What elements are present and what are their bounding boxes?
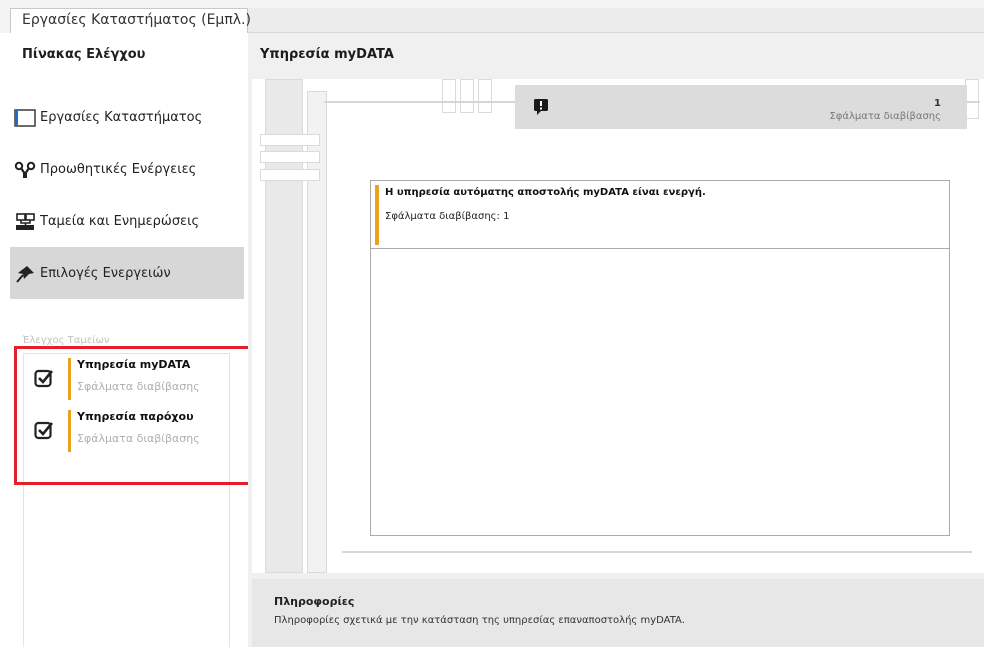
error-label: Σφάλματα διαβίβασης — [829, 111, 941, 122]
decor-bar — [260, 134, 320, 146]
page-title: Υπηρεσία myDATA — [260, 47, 394, 62]
diagram-canvas: 1 Σφάλματα διαβίβασης Η υπηρεσία αυτόματ… — [252, 79, 984, 573]
decor-bar — [965, 79, 979, 119]
message-detail: Σφάλματα διαβίβασης: 1 — [385, 211, 510, 222]
main-panel: Υπηρεσία myDATA 1 Σφάλματα διαβίβασης Η … — [248, 33, 984, 647]
group-label: Έλεγχος Ταμείων — [22, 335, 110, 346]
decor-bar — [478, 79, 492, 113]
sidebar-item-label: Επιλογές Ενεργειών — [40, 266, 171, 281]
sidebar-item-promotions[interactable]: Προωθητικές Ενέργειες — [10, 143, 244, 195]
network-icon — [16, 213, 35, 230]
sidebar: Πίνακας Ελέγχου Εργασίες Καταστήματος Πρ… — [10, 33, 244, 647]
message-title: Η υπηρεσία αυτόματης αποστολής myDATA εί… — [385, 187, 706, 198]
promotion-icon — [14, 161, 36, 178]
pin-icon — [16, 266, 34, 283]
info-text: Πληροφορίες σχετικά με την κατάσταση της… — [274, 615, 685, 626]
error-count: 1 — [934, 98, 941, 109]
sidebar-item-label: Προωθητικές Ενέργειες — [40, 162, 197, 177]
info-panel: Πληροφορίες Πληροφορίες σχετικά με την κ… — [252, 579, 984, 647]
alert-icon — [534, 99, 548, 115]
status-message: Η υπηρεσία αυτόματης αποστολής myDATA εί… — [371, 181, 949, 249]
decor-column — [307, 91, 327, 573]
sidebar-item-action-options[interactable]: Επιλογές Ενεργειών — [10, 247, 244, 299]
tab-strip-background — [248, 8, 984, 33]
sidebar-item-label: Ταμεία και Ενημερώσεις — [40, 214, 200, 229]
message-panel: Η υπηρεσία αυτόματης αποστολής myDATA εί… — [370, 180, 950, 536]
error-summary[interactable]: 1 Σφάλματα διαβίβασης — [515, 85, 967, 129]
decor-bar — [260, 151, 320, 163]
decor-line — [342, 551, 972, 553]
window-tab[interactable]: Εργασίες Καταστήματος (Εμπλ.) — [10, 8, 251, 33]
message-accent-bar — [375, 185, 379, 245]
sidebar-item-registers[interactable]: Ταμεία και Ενημερώσεις — [10, 195, 244, 247]
window-tab-strip: Εργασίες Καταστήματος (Εμπλ.) — [0, 0, 984, 33]
info-title: Πληροφορίες — [274, 595, 355, 608]
sidebar-item-label: Εργασίες Καταστήματος — [40, 110, 203, 125]
decor-bar — [442, 79, 456, 113]
decor-bar — [460, 79, 474, 113]
sidebar-item-store-tasks[interactable]: Εργασίες Καταστήματος — [10, 91, 244, 143]
highlight-box — [14, 346, 260, 485]
window-icon — [14, 109, 36, 127]
decor-bar — [260, 169, 320, 181]
sidebar-title: Πίνακας Ελέγχου — [22, 47, 146, 62]
